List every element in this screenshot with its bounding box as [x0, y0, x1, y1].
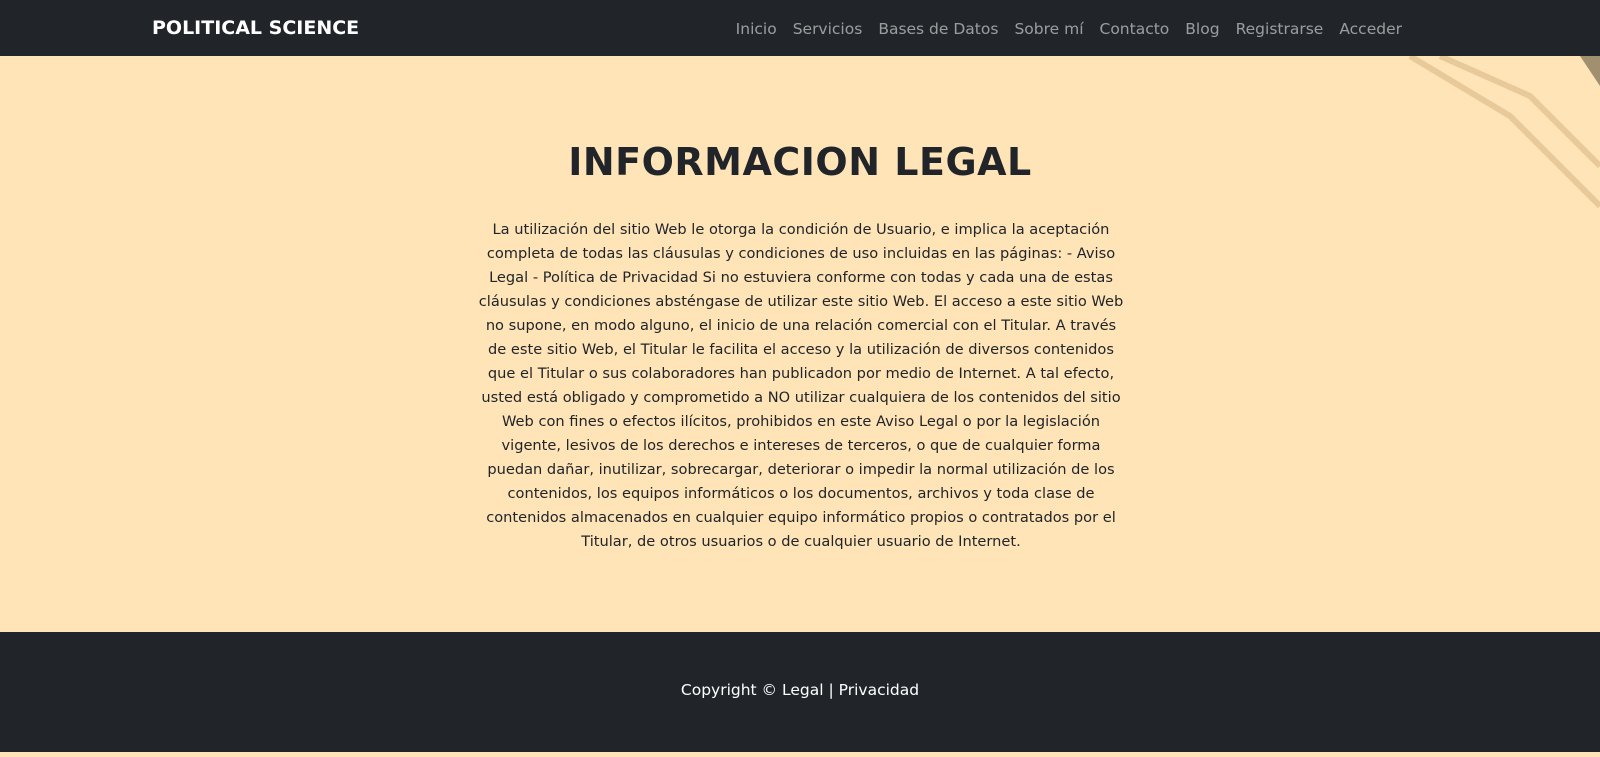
nav-link-acceder[interactable]: Acceder	[1339, 20, 1402, 38]
nav-link-blog[interactable]: Blog	[1185, 20, 1219, 38]
footer-legal-link[interactable]: Legal	[782, 681, 824, 699]
nav-link-contacto[interactable]: Contacto	[1100, 20, 1170, 38]
footer-privacy-link[interactable]: Privacidad	[839, 681, 919, 699]
nav-link-bases-de-datos[interactable]: Bases de Datos	[878, 20, 998, 38]
copyright-label: Copyright ©	[680, 681, 778, 699]
bottom-strip	[0, 752, 1600, 757]
nav-links: Inicio Servicios Bases de Datos Sobre mí…	[728, 0, 1410, 56]
page-title: INFORMACION LEGAL	[568, 140, 1032, 184]
nav-link-inicio[interactable]: Inicio	[736, 20, 777, 38]
footer: Copyright © Legal | Privacidad	[0, 632, 1600, 752]
nav-link-registrarse[interactable]: Registrarse	[1236, 20, 1324, 38]
nav-link-sobre-mi[interactable]: Sobre mí	[1014, 20, 1083, 38]
legal-section: INFORMACION LEGAL La utilización del sit…	[0, 56, 1600, 632]
brand-logo[interactable]: POLITICAL SCIENCE	[152, 0, 359, 56]
footer-copyright: Copyright © Legal | Privacidad	[0, 681, 1600, 699]
nav-link-servicios[interactable]: Servicios	[793, 20, 863, 38]
footer-separator: |	[828, 681, 834, 699]
legal-text: La utilización del sitio Web le otorga l…	[478, 221, 1124, 550]
navbar: POLITICAL SCIENCE Inicio Servicios Bases…	[0, 0, 1600, 56]
